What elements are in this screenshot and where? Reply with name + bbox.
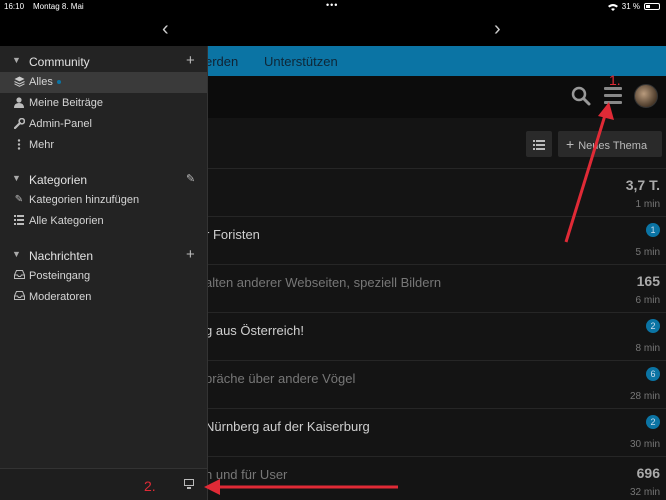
nav-link-support[interactable]: Unterstützen [264,54,338,69]
plus-icon: + [566,136,575,152]
user-icon [13,97,25,109]
sidebar-item-add-categories[interactable]: ✎ Kategorien hinzufügen [0,190,207,211]
list-icon [13,215,25,227]
battery-percent: 31 % [621,2,640,11]
inbox-icon [13,291,25,303]
chevron-down-icon[interactable]: ▼ [12,173,21,183]
sidebar-item-label: Moderatoren [29,291,92,303]
list-view-button[interactable] [526,131,552,157]
unread-badge[interactable]: 2 [646,415,660,429]
chevron-down-icon[interactable]: ▼ [12,55,21,65]
topic-age: 30 min [629,439,660,450]
topic-title[interactable]: n und für User [205,467,287,482]
inbox-icon [13,270,25,282]
avatar[interactable] [634,84,658,108]
sidebar-item-mehr[interactable]: Mehr [0,135,207,156]
unread-badge[interactable]: 2 [646,319,660,333]
sidebar-section-title[interactable]: Nachrichten [29,249,93,263]
sidebar-item-meine-beitraege[interactable]: Meine Beiträge [0,93,207,114]
hamburger-menu-icon[interactable] [604,87,622,105]
sidebar-item-label: Posteingang [29,270,91,282]
sidebar-item-label: Meine Beiträge [29,97,103,109]
status-date: Montag 8. Mai [33,2,84,11]
plus-icon[interactable]: + [186,52,195,69]
sidebar-item-moderators[interactable]: Moderatoren [0,287,207,308]
wifi-icon [607,3,618,11]
sidebar-item-label: Kategorien hinzufügen [29,194,140,206]
layers-icon [13,76,25,88]
forward-arrow-icon[interactable]: › [494,18,501,41]
sidebar-section-community[interactable]: ▼ Community + [0,52,208,72]
topic-view-count: 165 [636,273,660,289]
pencil-icon[interactable]: ✎ [186,172,195,185]
sidebar-item-label: Admin-Panel [29,118,92,130]
topic-title[interactable]: r Foristen [205,227,260,242]
chevron-down-icon[interactable]: ▼ [12,249,21,259]
sidebar-item-label: Mehr [29,139,55,151]
sidebar-section-title[interactable]: Community [29,55,90,69]
topic-view-count: 3,7 T. [625,177,660,193]
sidebar-item-label: Alle Kategorien [29,215,104,227]
status-right: 31 % [607,2,660,11]
annotation-label-2: 2. [144,478,156,494]
topic-title[interactable]: präche über andere Vögel [205,371,355,386]
topic-age: 8 min [635,343,660,354]
topic-age: 32 min [629,487,660,498]
status-time: 16:10 [4,2,25,11]
multitasking-dots[interactable]: ••• [326,0,338,10]
topic-title[interactable]: alten anderer Webseiten, speziell Bilder… [205,275,441,290]
new-topic-button[interactable]: + Neues Thema [558,131,662,157]
sidebar-section-title[interactable]: Kategorien [29,173,87,187]
sidebar-item-alles[interactable]: Alles [0,72,207,93]
plus-icon[interactable]: + [186,246,195,263]
search-icon[interactable] [571,86,591,106]
wrench-icon [13,117,25,130]
unread-badge[interactable]: 6 [646,367,660,381]
topic-view-count: 696 [636,465,660,481]
sidebar-section-categories[interactable]: ▼ Kategorien ✎ [0,170,208,190]
topic-age: 5 min [635,247,660,258]
battery-icon [644,3,660,10]
sidebar: ▼ Community + Alles Meine Beiträge Admin… [0,46,208,500]
unread-badge[interactable]: 1 [646,223,660,237]
sidebar-item-admin-panel[interactable]: Admin-Panel [0,114,207,135]
topic-title[interactable]: g aus Österreich! [205,323,304,338]
sidebar-item-inbox[interactable]: Posteingang [0,266,207,287]
desktop-view-icon[interactable] [184,479,194,489]
new-topic-label: Neues Thema [578,140,648,152]
browser-nav-bar: ‹ › [0,14,666,46]
sidebar-footer [0,468,207,500]
topic-age: 28 min [629,391,660,402]
back-arrow-icon[interactable]: ‹ [162,18,169,41]
status-bar: 16:10 Montag 8. Mai ••• 31 % [0,0,666,14]
nav-link-partial[interactable]: erden [205,54,238,69]
topic-title[interactable]: Nürnberg auf der Kaiserburg [205,419,370,434]
topic-age: 6 min [635,295,660,306]
annotation-label-1: 1. [609,72,621,88]
more-vertical-icon [13,139,25,151]
new-indicator-dot [57,80,61,84]
sidebar-item-label: Alles [29,76,53,88]
pencil-icon: ✎ [14,194,24,205]
topic-age: 1 min [635,199,660,210]
list-icon [533,139,545,150]
sidebar-item-all-categories[interactable]: Alle Kategorien [0,211,207,232]
sidebar-section-messages[interactable]: ▼ Nachrichten + [0,246,208,266]
